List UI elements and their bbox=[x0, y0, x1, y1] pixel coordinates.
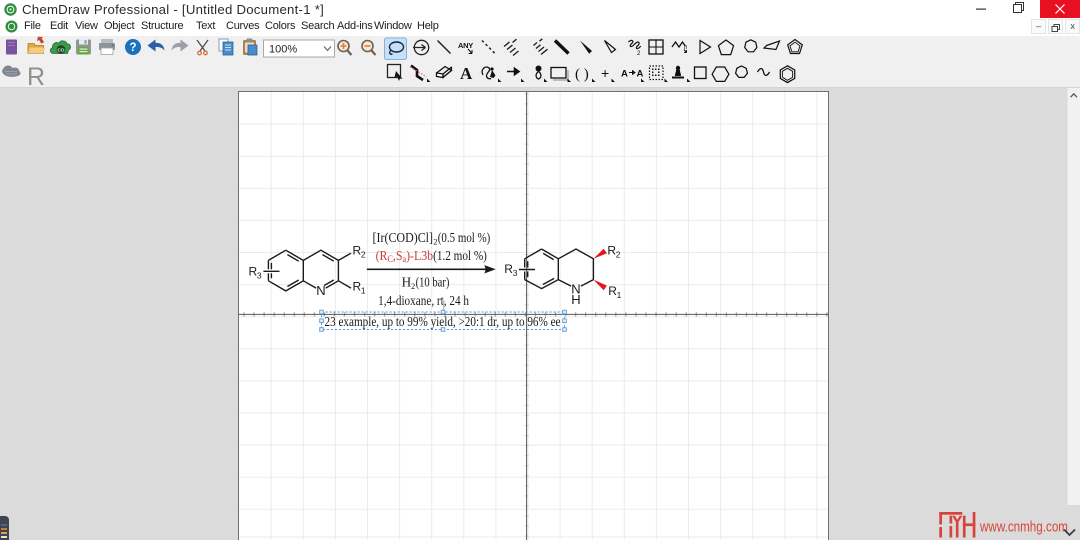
svg-text:ANY: ANY bbox=[458, 41, 473, 50]
svg-text:100%: 100% bbox=[269, 44, 297, 56]
svg-text:(1.2 mol %): (1.2 mol %) bbox=[433, 248, 487, 263]
svg-text:A: A bbox=[460, 64, 473, 83]
svg-text:3: 3 bbox=[513, 268, 518, 278]
svg-text:H: H bbox=[571, 292, 580, 307]
svg-text:3: 3 bbox=[257, 271, 262, 281]
svg-text:A: A bbox=[621, 69, 628, 80]
svg-text:1,4-dioxane, rt, 24 h: 1,4-dioxane, rt, 24 h bbox=[378, 293, 469, 308]
svg-text:1: 1 bbox=[617, 290, 622, 300]
svg-text:(0.5 mol %): (0.5 mol %) bbox=[438, 230, 491, 245]
svg-text:n: n bbox=[684, 45, 687, 51]
svg-text:2: 2 bbox=[616, 249, 621, 259]
svg-text:1: 1 bbox=[361, 286, 366, 296]
svg-text:R: R bbox=[27, 63, 45, 88]
svg-text:?: ? bbox=[129, 42, 136, 54]
svg-text:2: 2 bbox=[637, 51, 641, 57]
svg-text:23 example, up to 99% yield, >: 23 example, up to 99% yield, >20:1 dr, u… bbox=[325, 314, 561, 329]
svg-text:(10 bar): (10 bar) bbox=[416, 275, 450, 290]
svg-text:[Ir(COD)Cl]: [Ir(COD)Cl] bbox=[373, 230, 434, 245]
svg-text:CD: CD bbox=[58, 47, 65, 53]
svg-text:www.cnmhg.com: www.cnmhg.com bbox=[979, 519, 1068, 536]
svg-text:( ): ( ) bbox=[575, 67, 589, 83]
svg-text:2: 2 bbox=[361, 250, 366, 260]
svg-text:N: N bbox=[316, 283, 325, 298]
svg-text:A: A bbox=[637, 69, 644, 80]
svg-text:+: + bbox=[601, 65, 609, 81]
